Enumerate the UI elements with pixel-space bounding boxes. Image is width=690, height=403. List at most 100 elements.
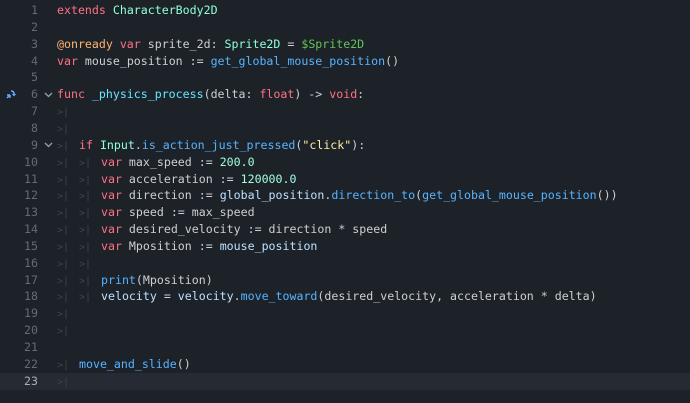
code-text[interactable]: >| (57, 305, 79, 323)
code-line[interactable]: 9 >| if Input.is_action_just_pressed("clic… (0, 137, 690, 154)
code-token: var (119, 36, 141, 51)
code-token: velocity (177, 289, 234, 304)
code-text[interactable]: >| if Input.is_action_just_pressed("click… (57, 137, 365, 155)
tab-indent-icon: >| (79, 258, 92, 270)
tab-indent-icon: >| (57, 241, 70, 253)
override-method-icon[interactable] (5, 89, 16, 100)
code-line[interactable]: 22 >| move_and_slide() (0, 356, 690, 373)
code-line[interactable]: 6 func _physics_process(delta: float) -> … (0, 86, 690, 103)
code-token: 200.0 (219, 154, 255, 169)
code-line[interactable]: 2 (0, 19, 690, 36)
code-token: var (101, 154, 122, 169)
code-line[interactable]: 16 >| >| (0, 255, 690, 272)
code-line[interactable]: 15 >| >| var Mposition := mouse_position (0, 238, 690, 255)
code-line[interactable]: 21 (0, 339, 690, 356)
tab-indent-icon: >| (57, 326, 70, 338)
code-line[interactable]: 13 >| >| var speed := max_speed (0, 204, 690, 221)
code-text[interactable]: >| >| var speed := max_speed (57, 204, 255, 222)
code-text[interactable]: >| >| print(Mposition) (57, 272, 213, 290)
line-number: 10 (24, 154, 38, 169)
line-number: 15 (24, 238, 38, 253)
code-token: mouse_position := (77, 53, 211, 68)
code-token: (Mposition) (135, 272, 213, 287)
code-token: @onready (57, 36, 113, 51)
tab-indent-icon: >| (79, 292, 92, 304)
code-token: is_action_just_pressed (141, 137, 296, 152)
code-token: direction_to (331, 188, 416, 203)
code-line[interactable]: 3 @onready var sprite_2d: Sprite2D = $Spr… (0, 36, 690, 53)
code-text[interactable]: func _physics_process(delta: float) -> v… (57, 86, 364, 103)
code-line[interactable]: 20 >| (0, 322, 690, 339)
code-token: () (176, 356, 191, 371)
code-editor[interactable]: 1 extends CharacterBody2D 2 3 @onready var s… (0, 0, 690, 403)
line-number: 22 (24, 356, 38, 371)
code-text[interactable]: >| >| var direction := global_position.dir… (57, 187, 618, 205)
code-token: Sprite2D (224, 36, 281, 51)
code-token: var (57, 53, 78, 68)
code-line[interactable]: 1 extends CharacterBody2D (0, 2, 690, 19)
code-text[interactable]: extends CharacterBody2D (57, 2, 218, 19)
line-number: 18 (24, 289, 38, 304)
tab-indent-icon: >| (57, 123, 70, 135)
line-number: 8 (31, 120, 38, 135)
code-token: 120000.0 (240, 171, 297, 186)
code-token: _physics_process (91, 87, 204, 102)
tab-indent-icon: >| (57, 157, 70, 169)
tab-indent-icon: >| (79, 157, 92, 169)
code-text[interactable]: >| >| var max_speed := 200.0 (57, 154, 255, 172)
code-token: "click" (302, 137, 352, 152)
tab-indent-icon: >| (57, 208, 70, 220)
code-token: . (233, 289, 241, 304)
code-text[interactable]: >| >| (57, 255, 101, 273)
line-number: 13 (24, 205, 38, 220)
code-line[interactable]: 18 >| >| velocity = velocity.move_toward(de… (0, 288, 690, 305)
code-line[interactable]: 5 (0, 69, 690, 86)
code-text[interactable]: @onready var sprite_2d: Sprite2D = $Spri… (57, 36, 364, 53)
code-token: var (101, 188, 122, 203)
tab-indent-icon: >| (57, 191, 70, 203)
line-number: 20 (24, 323, 38, 338)
code-token: if (79, 137, 93, 152)
code-line[interactable]: 4 var mouse_position := get_global_mouse_… (0, 53, 690, 70)
code-text[interactable]: >| move_and_slide() (57, 356, 191, 374)
code-text[interactable]: >| >| var Mposition := mouse_position (57, 238, 317, 256)
code-token: : (357, 87, 365, 102)
code-text[interactable]: >| (57, 322, 79, 340)
code-text[interactable]: >| >| var desired_velocity := direction * … (57, 221, 387, 239)
code-token: var (101, 238, 122, 253)
line-number: 9 (31, 137, 38, 152)
code-token: var (101, 205, 122, 220)
tab-indent-icon: >| (57, 275, 70, 287)
code-line[interactable]: 8 >| (0, 120, 690, 137)
tab-indent-icon: >| (79, 174, 92, 186)
code-line[interactable]: 14 >| >| var desired_velocity := direction … (0, 221, 690, 238)
line-number: 12 (24, 188, 38, 203)
code-line[interactable]: 17 >| >| print(Mposition) (0, 272, 690, 289)
code-line[interactable]: 11 >| >| var acceleration := 120000.0 (0, 171, 690, 188)
tab-indent-icon: >| (57, 376, 70, 388)
code-text[interactable]: >| >| velocity = velocity.move_toward(desi… (57, 288, 597, 306)
code-token: Input (99, 137, 135, 152)
fold-chevron-icon[interactable] (43, 86, 53, 103)
code-line[interactable]: 7 >| (0, 103, 690, 120)
code-line[interactable]: 19 >| (0, 305, 690, 322)
tab-indent-icon: >| (57, 140, 70, 152)
code-token: CharacterBody2D (112, 3, 218, 17)
code-token: ()) (596, 188, 618, 203)
code-text[interactable]: >| (57, 120, 79, 138)
code-text[interactable]: var mouse_position := get_global_mouse_p… (57, 53, 399, 70)
code-line[interactable]: 12 >| >| var direction := global_position.d… (0, 187, 690, 204)
fold-chevron-icon[interactable] (43, 137, 53, 154)
line-number: 6 (31, 87, 38, 102)
code-text[interactable]: >| (57, 373, 79, 391)
code-token: func (57, 87, 85, 102)
line-number: 2 (31, 19, 38, 34)
line-number: 4 (31, 53, 38, 68)
code-text[interactable]: >| (57, 103, 79, 121)
code-line[interactable]: 10 >| >| var max_speed := 200.0 (0, 154, 690, 171)
code-text[interactable]: >| >| var acceleration := 120000.0 (57, 171, 296, 189)
code-line[interactable]: 23 >| (0, 372, 690, 391)
